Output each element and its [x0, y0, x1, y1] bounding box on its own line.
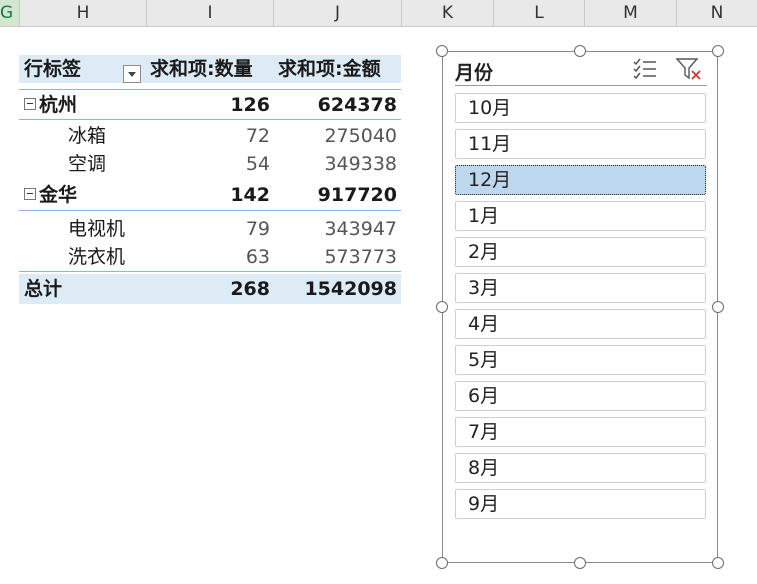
item-qty[interactable]: 79	[246, 215, 270, 243]
item-label[interactable]: 洗衣机	[68, 243, 125, 271]
group-label[interactable]: 杭州	[39, 94, 77, 116]
item-label[interactable]: 冰箱	[68, 122, 106, 150]
clear-filter-icon[interactable]	[675, 56, 703, 82]
header-divider	[19, 89, 401, 90]
column-header-h[interactable]: H	[20, 0, 147, 26]
total-row: 总计 268 1542098	[19, 274, 401, 304]
slicer-item-jun[interactable]: 6月	[455, 381, 706, 411]
column-header-j[interactable]: J	[274, 0, 402, 26]
resize-handle-right[interactable]	[712, 301, 724, 313]
group-divider	[19, 119, 401, 120]
resize-handle-bottom[interactable]	[574, 557, 586, 569]
row-label-filter-button[interactable]	[123, 65, 141, 83]
collapse-icon[interactable]	[24, 97, 36, 110]
slicer-item-jul[interactable]: 7月	[455, 417, 706, 447]
resize-handle-bottom-right[interactable]	[712, 557, 724, 569]
table-row: 洗衣机 63 573773	[19, 243, 401, 271]
resize-handle-top-left[interactable]	[436, 45, 448, 57]
group-row-jinhua: 金华 142 917720	[19, 181, 401, 209]
table-row: 空调 54 349338	[19, 150, 401, 178]
slicer-item-mar[interactable]: 3月	[455, 273, 706, 303]
column-header-g[interactable]: G	[0, 0, 20, 26]
row-label-header[interactable]: 行标签	[24, 55, 81, 83]
item-amount[interactable]: 573773	[324, 243, 397, 271]
item-label[interactable]: 电视机	[68, 215, 125, 243]
total-amount[interactable]: 1542098	[304, 274, 397, 304]
resize-handle-bottom-left[interactable]	[436, 557, 448, 569]
item-qty[interactable]: 54	[246, 150, 270, 178]
multi-select-icon[interactable]	[631, 56, 659, 82]
column-header-i[interactable]: I	[147, 0, 274, 26]
group-amount[interactable]: 917720	[318, 181, 397, 209]
slicer-title: 月份	[455, 62, 494, 84]
group-qty[interactable]: 142	[230, 181, 270, 209]
slicer-item-may[interactable]: 5月	[455, 345, 706, 375]
item-label[interactable]: 空调	[68, 150, 106, 178]
table-row: 冰箱 72 275040	[19, 122, 401, 150]
qty-sum-header[interactable]: 求和项:数量	[150, 55, 253, 83]
group-label[interactable]: 金华	[39, 184, 77, 206]
month-slicer[interactable]: 月份 10月 11月 12月 1月 2月 3月 4月 5月 6月 7月 8月 9…	[442, 51, 718, 563]
slicer-item-oct[interactable]: 10月	[455, 93, 706, 123]
total-label[interactable]: 总计	[24, 274, 62, 304]
total-qty[interactable]: 268	[230, 274, 270, 304]
column-header-n[interactable]: N	[677, 0, 757, 26]
slicer-item-dec-selected[interactable]: 12月	[455, 165, 706, 195]
item-qty[interactable]: 72	[246, 122, 270, 150]
column-header-m[interactable]: M	[585, 0, 677, 26]
item-amount[interactable]: 275040	[324, 122, 397, 150]
slicer-item-jan[interactable]: 1月	[455, 201, 706, 231]
pivot-header-row: 行标签 求和项:数量 求和项:金额	[19, 55, 401, 83]
resize-handle-left[interactable]	[436, 301, 448, 313]
slicer-item-nov[interactable]: 11月	[455, 129, 706, 159]
table-row: 电视机 79 343947	[19, 215, 401, 243]
item-qty[interactable]: 63	[246, 243, 270, 271]
slicer-item-sep[interactable]: 9月	[455, 489, 706, 519]
slicer-item-aug[interactable]: 8月	[455, 453, 706, 483]
slicer-item-apr[interactable]: 4月	[455, 309, 706, 339]
collapse-icon[interactable]	[24, 187, 36, 200]
slicer-title-divider	[455, 85, 707, 86]
group-qty[interactable]: 126	[230, 91, 270, 119]
dropdown-arrow-icon	[128, 72, 136, 77]
amount-sum-header[interactable]: 求和项:金额	[278, 55, 381, 83]
column-header-bar: G H I J K L M N	[0, 0, 757, 27]
resize-handle-top-right[interactable]	[712, 45, 724, 57]
total-divider	[19, 271, 401, 272]
group-amount[interactable]: 624378	[318, 91, 397, 119]
item-amount[interactable]: 343947	[324, 215, 397, 243]
slicer-item-feb[interactable]: 2月	[455, 237, 706, 267]
item-amount[interactable]: 349338	[324, 150, 397, 178]
resize-handle-top[interactable]	[574, 45, 586, 57]
column-header-k[interactable]: K	[402, 0, 494, 26]
group-divider	[19, 210, 401, 211]
group-row-hangzhou: 杭州 126 624378	[19, 91, 401, 119]
column-header-l[interactable]: L	[494, 0, 585, 26]
